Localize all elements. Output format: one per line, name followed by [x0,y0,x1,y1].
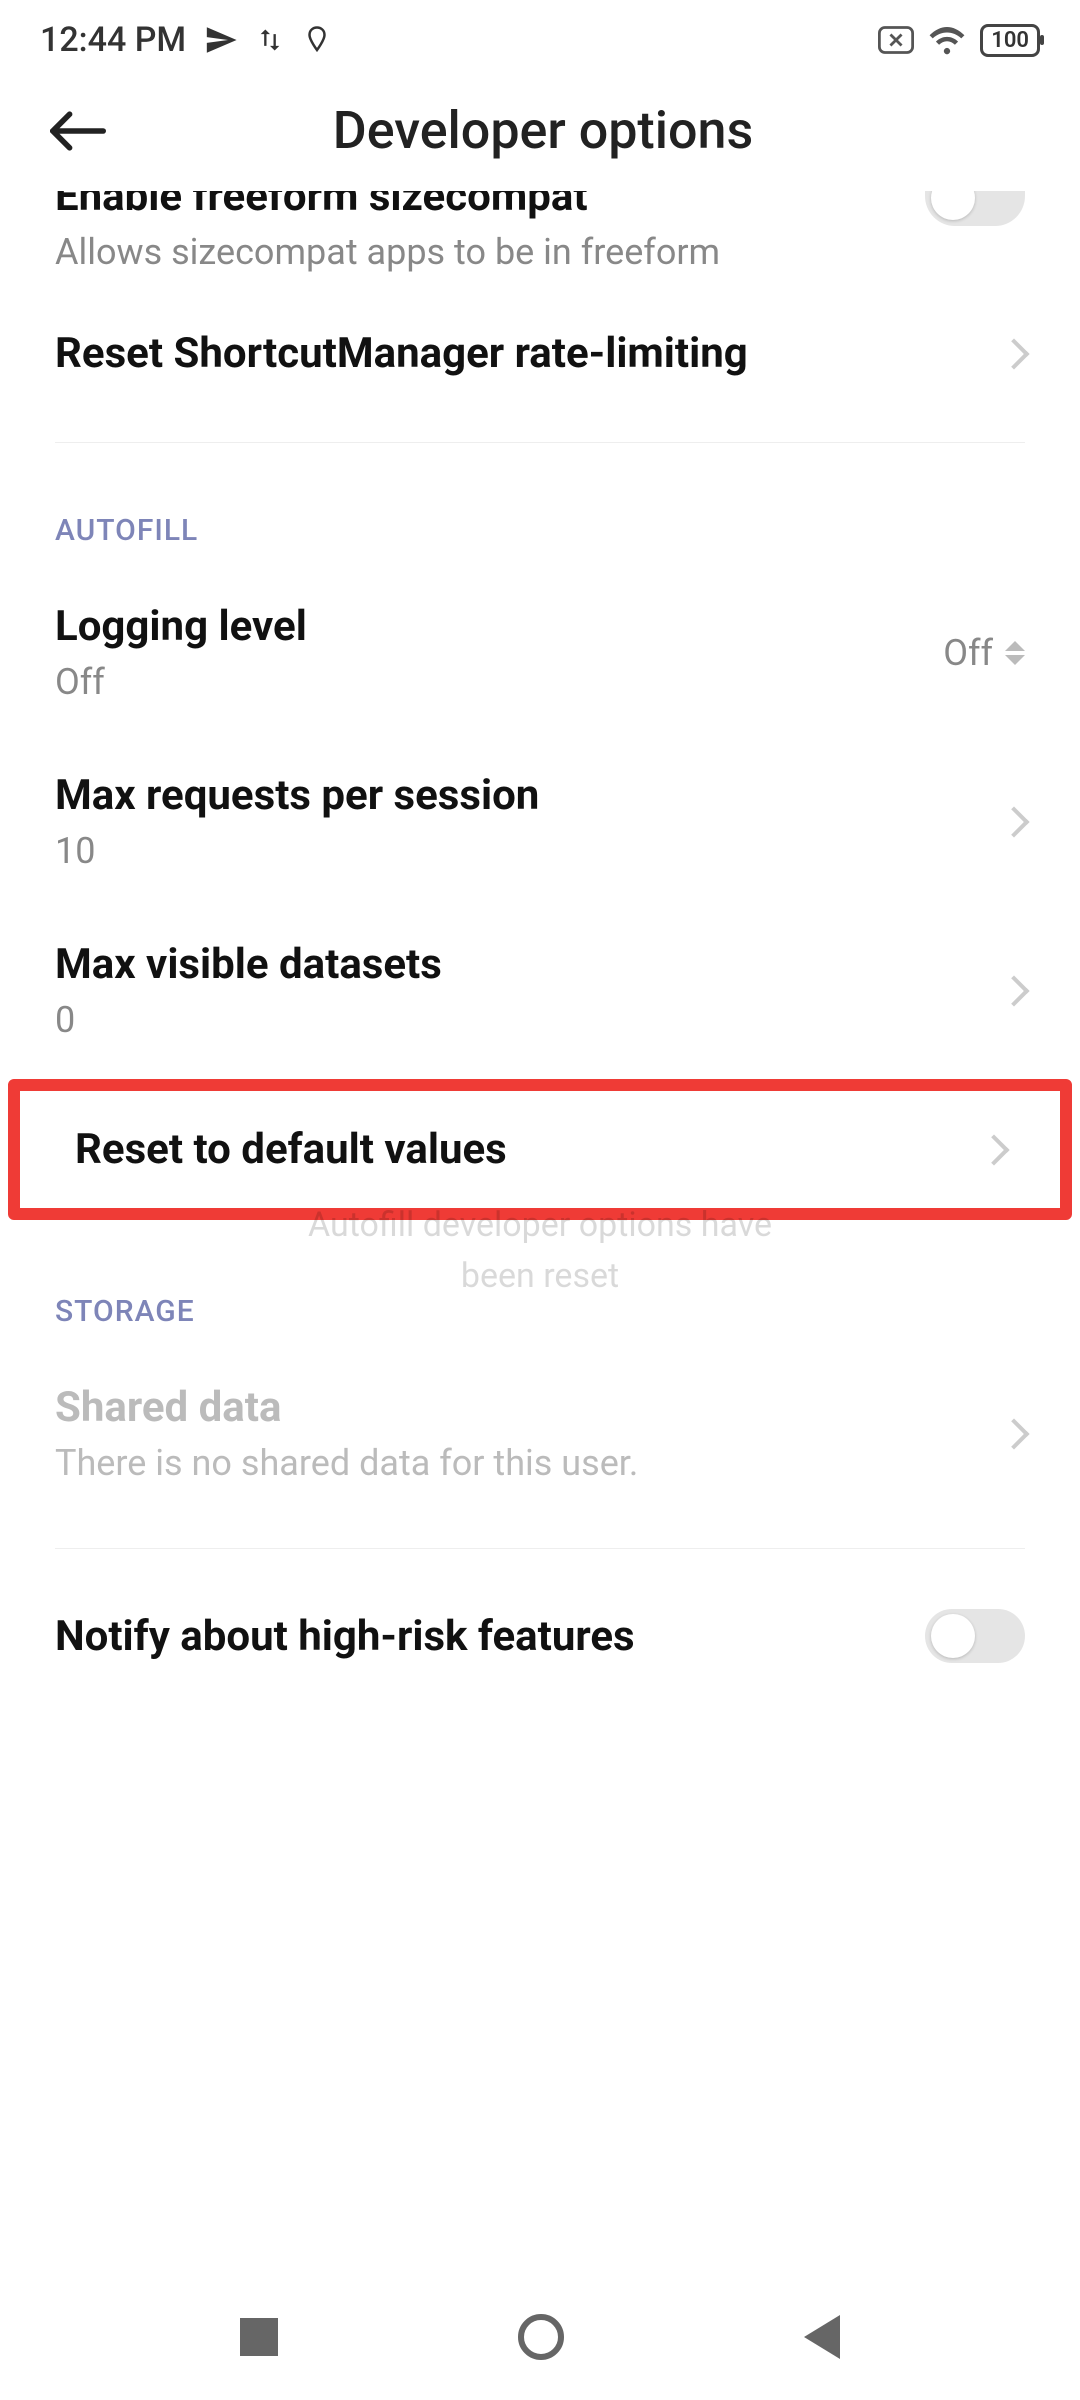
section-header-autofill: AUTOFILL [0,443,1080,568]
app-bar: Developer options [0,70,1080,191]
toggle-switch[interactable] [925,191,1025,226]
row-reset-shortcutmanager[interactable]: Reset ShortcutManager rate-limiting [0,295,1080,412]
row-subtitle: Off [55,661,943,703]
row-freeform-sizecompat[interactable]: Enable freeform sizecompat Allows sizeco… [0,191,1080,295]
chevron-right-icon [998,806,1029,837]
row-value: Off [943,632,993,674]
nav-home-icon[interactable] [518,2314,564,2360]
row-subtitle: There is no shared data for this user. [55,1442,983,1484]
status-time: 12:44 PM [40,20,186,60]
nav-recent-icon[interactable] [240,2318,278,2356]
back-icon[interactable] [50,111,106,151]
page-title: Developer options [106,100,980,161]
send-icon [204,23,238,57]
navigation-bar [0,2284,1080,2390]
row-title: Logging level [55,602,943,651]
nav-back-icon[interactable] [804,2315,840,2359]
row-shared-data: Shared data There is no shared data for … [0,1349,1080,1518]
row-logging-level[interactable]: Logging level Off Off [0,568,1080,737]
status-bar: 12:44 PM 100 [0,0,1080,70]
row-subtitle: 10 [55,830,983,872]
row-subtitle: 0 [55,999,983,1041]
row-title: Enable freeform sizecompat [55,191,925,221]
row-notify-high-risk[interactable]: Notify about high-risk features [0,1549,1080,1697]
updown-icon [1005,641,1025,665]
row-title: Reset ShortcutManager rate-limiting [55,329,983,378]
location-icon [302,25,332,55]
row-reset-default-values[interactable]: Reset to default values [20,1091,1060,1208]
row-title: Max visible datasets [55,940,983,989]
chevron-right-icon [998,1418,1029,1449]
sync-icon [256,26,284,54]
row-title: Notify about high-risk features [55,1612,925,1661]
highlight-box: Reset to default values [8,1079,1072,1220]
wifi-icon [928,25,966,55]
toggle-switch[interactable] [925,1609,1025,1663]
row-max-visible-datasets[interactable]: Max visible datasets 0 [0,906,1080,1075]
row-title: Shared data [55,1383,983,1432]
section-header-storage: STORAGE [0,1224,1080,1349]
row-title: Reset to default values [75,1125,963,1174]
chevron-right-icon [998,338,1029,369]
settings-list[interactable]: Enable freeform sizecompat Allows sizeco… [0,191,1080,1697]
chevron-right-icon [998,975,1029,1006]
row-title: Max requests per session [55,771,983,820]
no-sim-icon [878,25,914,55]
chevron-right-icon [978,1134,1009,1165]
row-max-requests[interactable]: Max requests per session 10 [0,737,1080,906]
battery-icon: 100 [980,24,1040,57]
row-subtitle: Allows sizecompat apps to be in freeform [55,231,925,273]
